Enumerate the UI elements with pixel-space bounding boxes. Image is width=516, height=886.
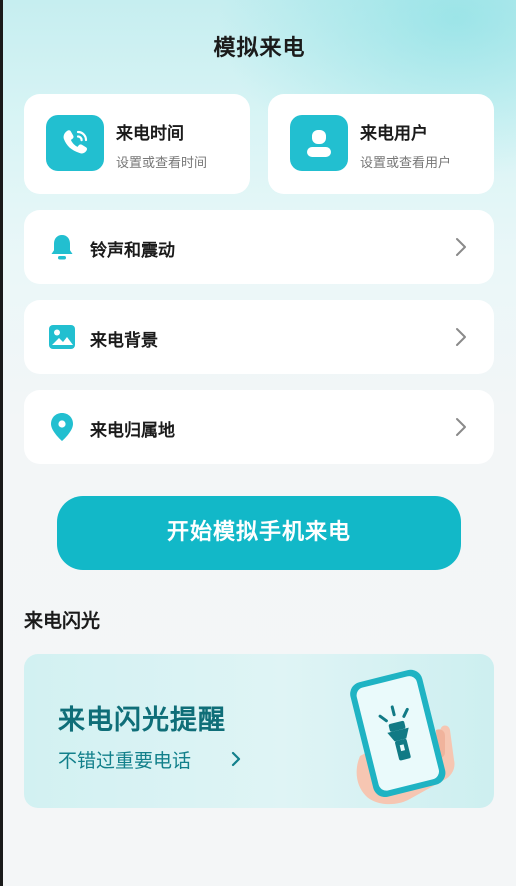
flash-reminder-subtitle: 不错过重要电话 (58, 750, 192, 772)
flash-reminder-card[interactable]: 来电闪光提醒 不错过重要电话 (24, 654, 494, 808)
ringtone-vibration-label: 铃声和震动 (90, 241, 175, 261)
phone-flashlight-illustration (350, 669, 455, 805)
chevron-right-icon (456, 238, 466, 256)
flash-reminder-title: 来电闪光提醒 (58, 705, 226, 736)
bell-icon (48, 233, 76, 261)
chevron-right-icon (231, 751, 241, 767)
call-time-title: 来电时间 (116, 124, 184, 144)
caller-location-row[interactable]: 来电归属地 (24, 390, 494, 464)
user-icon (290, 115, 348, 171)
caller-location-label: 来电归属地 (90, 421, 175, 441)
call-time-card[interactable]: 来电时间 设置或查看时间 (24, 94, 250, 194)
page-title: 模拟来电 (213, 36, 306, 61)
caller-card[interactable]: 来电用户 设置或查看用户 (268, 94, 494, 194)
chevron-right-icon (456, 418, 466, 436)
caller-title: 来电用户 (360, 124, 428, 144)
call-background-label: 来电背景 (90, 331, 158, 351)
start-simulated-call-button[interactable]: 开始模拟手机来电 (57, 496, 461, 570)
chevron-right-icon (456, 328, 466, 346)
flash-section-title: 来电闪光 (24, 610, 101, 632)
phone-call-icon (46, 115, 104, 171)
caller-subtitle: 设置或查看用户 (360, 156, 452, 171)
ringtone-vibration-row[interactable]: 铃声和震动 (24, 210, 494, 284)
call-time-subtitle: 设置或查看时间 (116, 156, 208, 171)
image-icon (48, 323, 76, 351)
call-background-row[interactable]: 来电背景 (24, 300, 494, 374)
location-pin-icon (48, 413, 76, 441)
